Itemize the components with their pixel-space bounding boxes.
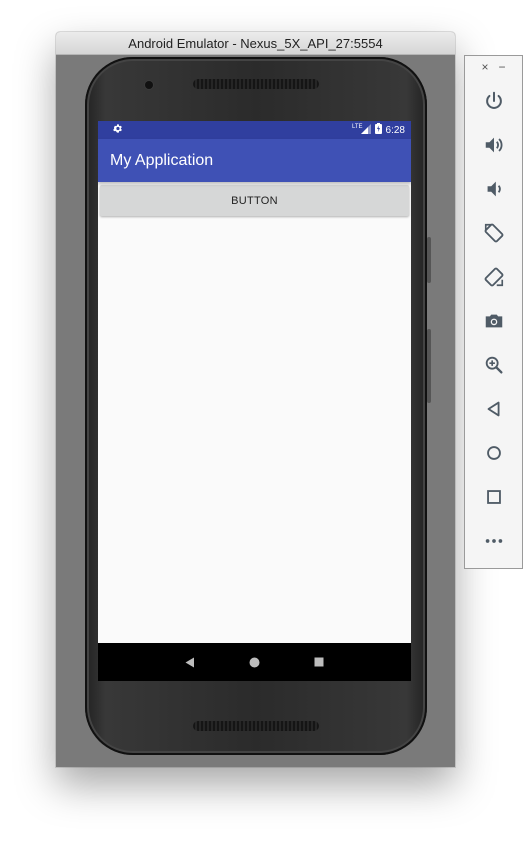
app-title: My Application <box>110 151 214 169</box>
device-screen[interactable]: LTE 6:28 My Application BUTTON <box>98 121 411 681</box>
nav-back-icon[interactable] <box>180 652 200 672</box>
window-titlebar[interactable]: Android Emulator - Nexus_5X_API_27:5554 <box>56 32 455 55</box>
nav-home-icon[interactable] <box>244 652 264 672</box>
emulator-window: Android Emulator - Nexus_5X_API_27:5554 … <box>56 32 455 767</box>
phone-volume-side-button[interactable] <box>427 329 431 403</box>
toolbar-window-controls: × − <box>465 60 522 74</box>
window-title: Android Emulator - Nexus_5X_API_27:5554 <box>128 35 383 51</box>
app-content: BUTTON <box>98 182 411 216</box>
rotate-right-icon[interactable] <box>479 262 509 292</box>
overview-icon[interactable] <box>479 482 509 512</box>
more-icon[interactable] <box>479 526 509 556</box>
zoom-icon[interactable] <box>479 350 509 380</box>
battery-icon <box>374 123 382 137</box>
close-icon[interactable]: × <box>481 60 488 74</box>
minimize-icon[interactable]: − <box>499 60 506 74</box>
navigation-bar <box>98 643 411 681</box>
emulator-toolbar: × − <box>464 55 523 569</box>
home-icon[interactable] <box>479 438 509 468</box>
front-camera-icon <box>145 81 153 89</box>
main-button[interactable]: BUTTON <box>100 185 409 216</box>
clock: 6:28 <box>385 124 405 136</box>
app-bar: My Application <box>98 139 411 182</box>
network-type-label: LTE <box>351 124 363 130</box>
desktop: Android Emulator - Nexus_5X_API_27:5554 … <box>0 0 524 847</box>
nav-overview-icon[interactable] <box>309 652 329 672</box>
volume-up-icon[interactable] <box>479 130 509 160</box>
phone-power-side-button[interactable] <box>427 237 431 283</box>
rotate-left-icon[interactable] <box>479 218 509 248</box>
back-icon[interactable] <box>479 394 509 424</box>
camera-icon[interactable] <box>479 306 509 336</box>
settings-gear-icon <box>112 123 123 137</box>
earpiece-speaker <box>193 79 319 89</box>
power-icon[interactable] <box>479 86 509 116</box>
phone-frame: LTE 6:28 My Application BUTTON <box>85 57 431 755</box>
volume-down-icon[interactable] <box>479 174 509 204</box>
status-bar: LTE 6:28 <box>98 121 411 139</box>
bottom-speaker <box>193 721 319 731</box>
